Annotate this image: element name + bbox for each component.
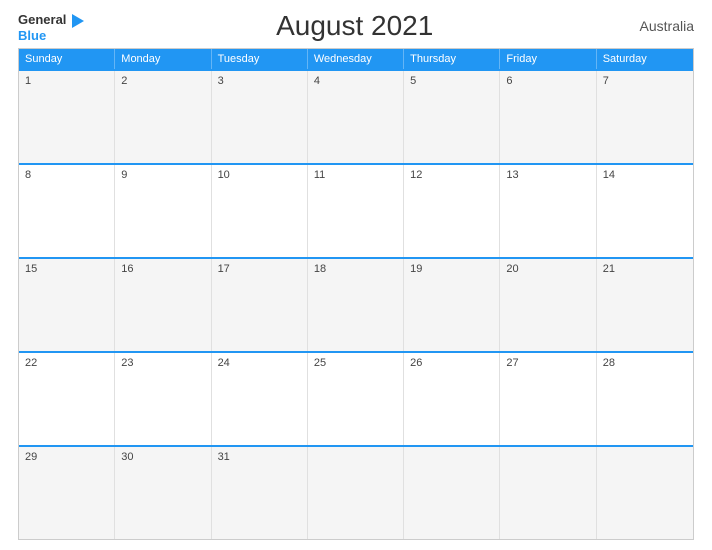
day-cell: 6 <box>500 71 596 163</box>
week-row-4: 22 23 24 25 26 27 28 <box>19 351 693 445</box>
day-cell: 3 <box>212 71 308 163</box>
day-number: 12 <box>410 169 422 181</box>
day-cell: 16 <box>115 259 211 351</box>
day-number: 6 <box>506 75 512 87</box>
day-number: 18 <box>314 263 326 275</box>
day-cell: 17 <box>212 259 308 351</box>
day-cell: 11 <box>308 165 404 257</box>
calendar-title: August 2021 <box>85 10 624 42</box>
logo-triangle-icon <box>67 11 85 29</box>
day-number: 10 <box>218 169 230 181</box>
day-number: 1 <box>25 75 31 87</box>
day-cell: 23 <box>115 353 211 445</box>
page: General Blue August 2021 Australia Sunda… <box>0 0 712 550</box>
day-number: 13 <box>506 169 518 181</box>
day-cell <box>308 447 404 539</box>
day-number: 8 <box>25 169 31 181</box>
day-number: 27 <box>506 357 518 369</box>
calendar: SundayMondayTuesdayWednesdayThursdayFrid… <box>18 48 694 540</box>
day-header-monday: Monday <box>115 49 211 69</box>
day-cell: 5 <box>404 71 500 163</box>
day-cell: 19 <box>404 259 500 351</box>
day-cell: 26 <box>404 353 500 445</box>
day-number: 3 <box>218 75 224 87</box>
day-number: 11 <box>314 169 325 181</box>
day-number: 4 <box>314 75 320 87</box>
day-cell: 10 <box>212 165 308 257</box>
day-cell: 4 <box>308 71 404 163</box>
day-cell: 22 <box>19 353 115 445</box>
day-number: 9 <box>121 169 127 181</box>
day-number: 24 <box>218 357 230 369</box>
day-header-saturday: Saturday <box>597 49 693 69</box>
week-row-2: 8 9 10 11 12 13 14 <box>19 163 693 257</box>
day-cell: 15 <box>19 259 115 351</box>
week-row-5: 29 30 31 <box>19 445 693 539</box>
day-number: 20 <box>506 263 518 275</box>
day-header-sunday: Sunday <box>19 49 115 69</box>
day-cell: 12 <box>404 165 500 257</box>
day-number: 16 <box>121 263 133 275</box>
day-number: 14 <box>603 169 615 181</box>
day-cell: 28 <box>597 353 693 445</box>
day-cell: 14 <box>597 165 693 257</box>
header: General Blue August 2021 Australia <box>18 10 694 42</box>
day-number: 29 <box>25 451 37 463</box>
day-number: 23 <box>121 357 133 369</box>
day-number: 30 <box>121 451 133 463</box>
day-header-friday: Friday <box>500 49 596 69</box>
week-row-3: 15 16 17 18 19 20 21 <box>19 257 693 351</box>
day-number: 25 <box>314 357 326 369</box>
day-number: 15 <box>25 263 37 275</box>
day-header-wednesday: Wednesday <box>308 49 404 69</box>
day-number: 22 <box>25 357 37 369</box>
week-row-1: 1 2 3 4 5 6 7 <box>19 69 693 163</box>
logo: General Blue <box>18 11 85 42</box>
day-cell: 24 <box>212 353 308 445</box>
day-cell: 7 <box>597 71 693 163</box>
day-header-tuesday: Tuesday <box>212 49 308 69</box>
day-cell: 9 <box>115 165 211 257</box>
day-cell: 18 <box>308 259 404 351</box>
day-number: 19 <box>410 263 422 275</box>
day-number: 31 <box>218 451 230 463</box>
day-header-thursday: Thursday <box>404 49 500 69</box>
day-cell: 25 <box>308 353 404 445</box>
logo-blue-text: Blue <box>18 29 46 42</box>
day-cell: 20 <box>500 259 596 351</box>
day-cell: 1 <box>19 71 115 163</box>
day-number: 21 <box>603 263 615 275</box>
day-cell: 30 <box>115 447 211 539</box>
country-label: Australia <box>624 18 694 34</box>
day-cell: 29 <box>19 447 115 539</box>
day-cell <box>404 447 500 539</box>
day-cell: 21 <box>597 259 693 351</box>
day-number: 2 <box>121 75 127 87</box>
logo-general-text: General <box>18 13 66 26</box>
day-number: 17 <box>218 263 230 275</box>
day-number: 5 <box>410 75 416 87</box>
day-cell <box>597 447 693 539</box>
day-cell: 31 <box>212 447 308 539</box>
day-number: 28 <box>603 357 615 369</box>
day-number: 26 <box>410 357 422 369</box>
day-cell: 13 <box>500 165 596 257</box>
day-cell <box>500 447 596 539</box>
day-cell: 8 <box>19 165 115 257</box>
weeks-container: 1234567891011121314151617181920212223242… <box>19 69 693 539</box>
day-headers-row: SundayMondayTuesdayWednesdayThursdayFrid… <box>19 49 693 69</box>
day-cell: 27 <box>500 353 596 445</box>
day-cell: 2 <box>115 71 211 163</box>
day-number: 7 <box>603 75 609 87</box>
